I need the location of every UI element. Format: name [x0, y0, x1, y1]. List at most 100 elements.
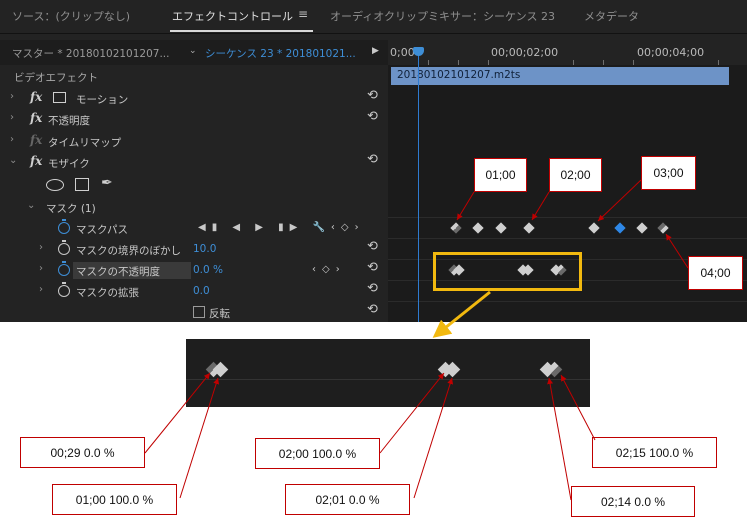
- track-divider: [388, 217, 747, 218]
- active-tab-indicator: [170, 30, 313, 32]
- ruler-tick: [573, 60, 574, 65]
- chevron-down-icon[interactable]: ⌄: [27, 200, 35, 211]
- mask-path-keyframe[interactable]: [523, 222, 535, 234]
- mask-expansion-row[interactable]: › マスクの拡張 0.0 ⟲: [0, 281, 388, 302]
- transform-icon[interactable]: [53, 92, 66, 103]
- effect-row-mosaic[interactable]: ⌄ fx モザイク ⟲: [0, 152, 388, 173]
- ruler-tick: [428, 60, 429, 65]
- chevron-right-icon[interactable]: ›: [39, 242, 43, 253]
- callout-0200: 02;00: [549, 158, 602, 192]
- ruler-tick: [718, 60, 719, 65]
- effect-row-motion[interactable]: › fx モーション ⟲: [0, 88, 388, 109]
- chevron-down-icon[interactable]: ⌄: [9, 155, 17, 166]
- effect-row-time-remap[interactable]: › fx タイムリマップ: [0, 131, 388, 152]
- callout-zoom-0215: 02;15 100.0 %: [592, 437, 717, 468]
- effect-label-motion: モーション: [76, 94, 129, 106]
- clip-bar[interactable]: 20180102101207.m2ts: [391, 67, 729, 85]
- tab-source[interactable]: ソース：(クリップなし): [12, 8, 130, 24]
- track-divider: [388, 238, 747, 239]
- mask-path-keyframe[interactable]: [636, 222, 648, 234]
- tab-metadata[interactable]: メタデータ: [584, 8, 639, 24]
- ruler-tick: [633, 60, 634, 65]
- fx-icon[interactable]: fx: [30, 111, 42, 125]
- effect-controls-panel: ソース：(クリップなし) エフェクトコントロール ≡ オーディオクリップミキサー…: [0, 0, 747, 322]
- reset-icon[interactable]: ⟲: [367, 281, 378, 296]
- callout-zoom-0214: 02;14 0.0 %: [571, 486, 695, 517]
- fx-icon: fx: [30, 133, 43, 147]
- mask-path-keyframe[interactable]: [472, 222, 484, 234]
- keyframe-navigator[interactable]: ‹◇›: [312, 264, 346, 275]
- playhead-line[interactable]: [418, 50, 419, 322]
- hamburger-icon[interactable]: ≡: [298, 7, 308, 21]
- invert-row[interactable]: 反転 ⟲: [0, 302, 388, 324]
- play-triangle-icon[interactable]: ▶: [372, 46, 379, 56]
- tab-audio-clip-mixer[interactable]: オーディオクリップミキサー：シーケンス 23: [330, 8, 555, 24]
- mask-tracking-controls[interactable]: ◀▮ ◀ ▶ ▮▶ 🔧‹◇›: [198, 222, 365, 233]
- mask-path-keyframe[interactable]: [588, 222, 600, 234]
- mask-group-label: マスク (1): [46, 203, 96, 215]
- mask-opacity-unit: %: [213, 264, 223, 276]
- invert-checkbox[interactable]: [193, 306, 205, 318]
- callout-0400: 04;00: [688, 256, 743, 290]
- effect-row-opacity[interactable]: › fx 不透明度 ⟲: [0, 109, 388, 130]
- ellipse-mask-icon[interactable]: [46, 179, 64, 191]
- keyframe-highlight-box: [433, 252, 582, 291]
- mask-opacity-row[interactable]: › マスクの不透明度 0.0 % ‹◇› ⟲: [0, 260, 388, 281]
- rectangle-mask-icon[interactable]: [75, 178, 89, 191]
- chevron-down-icon[interactable]: ⌄: [189, 46, 197, 56]
- tab-effect-controls[interactable]: エフェクトコントロール: [172, 8, 293, 24]
- reset-icon[interactable]: ⟲: [367, 239, 378, 254]
- callout-0100: 01;00: [474, 158, 527, 192]
- mask-tools-row: ✒: [0, 174, 388, 195]
- mask-opacity-label: マスクの不透明度: [76, 266, 160, 278]
- track-divider: [388, 301, 747, 302]
- chevron-right-icon[interactable]: ›: [10, 134, 14, 145]
- effect-label-opacity: 不透明度: [48, 115, 90, 127]
- effect-label-time-remap: タイムリマップ: [48, 137, 122, 149]
- callout-zoom-0100: 01;00 100.0 %: [52, 484, 177, 515]
- fx-icon[interactable]: fx: [30, 154, 42, 168]
- mask-path-row[interactable]: マスクパス ◀▮ ◀ ▶ ▮▶ 🔧‹◇›: [0, 218, 388, 239]
- stopwatch-icon[interactable]: [58, 240, 70, 255]
- reset-icon[interactable]: ⟲: [367, 302, 378, 317]
- zoomed-keyframes-panel: [186, 339, 590, 407]
- zoom-track-line: [186, 379, 590, 380]
- sequence-clip-link[interactable]: シーケンス 23 * 201801021...: [205, 46, 356, 61]
- panel-tab-bar: ソース：(クリップなし) エフェクトコントロール ≡ オーディオクリップミキサー…: [0, 0, 747, 34]
- callout-zoom-0200: 02;00 100.0 %: [255, 438, 380, 469]
- mask-feather-label: マスクの境界のぼかし: [76, 245, 181, 257]
- callout-zoom-0201: 02;01 0.0 %: [285, 484, 410, 515]
- pen-mask-icon[interactable]: ✒: [101, 175, 113, 191]
- stopwatch-icon[interactable]: [58, 261, 70, 276]
- mask-path-label: マスクパス: [76, 224, 128, 236]
- mask-path-keyframe[interactable]: [657, 222, 669, 234]
- mask-path-keyframe[interactable]: [450, 222, 462, 234]
- timecode-4s: 00;00;04;00: [637, 46, 705, 59]
- ruler-tick: [458, 60, 459, 65]
- chevron-right-icon[interactable]: ›: [10, 91, 14, 102]
- clip-name: 20180102101207.m2ts: [397, 69, 521, 81]
- reset-icon[interactable]: ⟲: [367, 88, 378, 103]
- mask-path-keyframe[interactable]: [495, 222, 507, 234]
- timecode-2s: 00;00;02;00: [491, 46, 559, 59]
- source-sequence-bar: マスター * 20180102101207... ⌄ シーケンス 23 * 20…: [0, 40, 388, 65]
- fx-icon[interactable]: fx: [30, 90, 42, 104]
- mask-feather-row[interactable]: › マスクの境界のぼかし 10.0 ⟲: [0, 239, 388, 260]
- reset-icon[interactable]: ⟲: [367, 109, 378, 124]
- reset-icon[interactable]: ⟲: [367, 152, 378, 167]
- mask-expansion-value[interactable]: 0.0: [193, 285, 210, 297]
- stopwatch-icon[interactable]: [58, 219, 70, 234]
- mask-expansion-label: マスクの拡張: [76, 287, 139, 299]
- mask-opacity-value[interactable]: 0.0: [193, 264, 210, 276]
- callout-0029: 00;29 0.0 %: [20, 437, 145, 468]
- reset-icon[interactable]: ⟲: [367, 260, 378, 275]
- ruler-tick: [488, 60, 489, 65]
- mask-path-keyframe-selected[interactable]: [614, 222, 626, 234]
- chevron-right-icon[interactable]: ›: [39, 263, 43, 274]
- mask-group-row[interactable]: ⌄ マスク (1): [0, 197, 388, 218]
- time-ruler[interactable]: 0;00 00;00;02;00 00;00;04;00: [388, 40, 747, 65]
- chevron-right-icon[interactable]: ›: [10, 112, 14, 123]
- stopwatch-icon[interactable]: [58, 282, 70, 297]
- mask-feather-value[interactable]: 10.0: [193, 243, 216, 255]
- chevron-right-icon[interactable]: ›: [39, 284, 43, 295]
